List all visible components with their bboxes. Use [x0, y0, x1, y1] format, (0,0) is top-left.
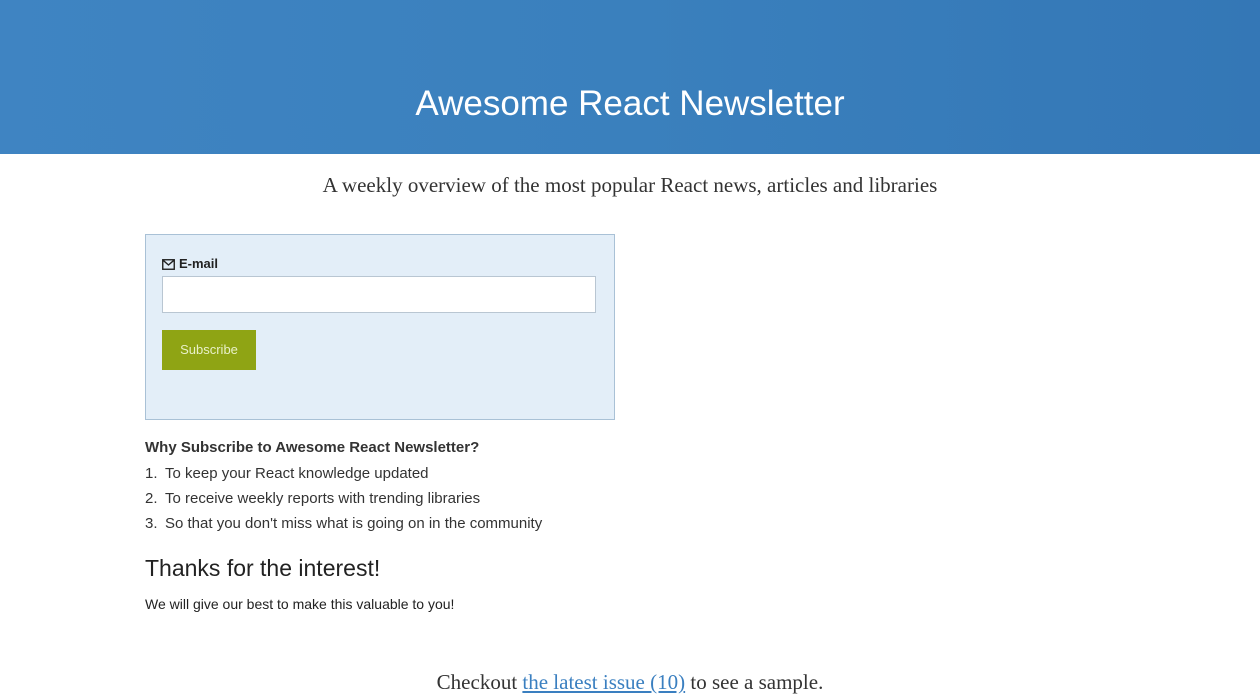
- list-item-number: 3.: [145, 515, 158, 532]
- list-item: 3. So that you don't miss what is going o…: [145, 511, 542, 536]
- sample-suffix: to see a sample.: [690, 670, 824, 694]
- subscribe-button[interactable]: Subscribe: [162, 330, 256, 370]
- envelope-icon: [162, 256, 179, 271]
- list-item-text: To keep your React knowledge updated: [165, 465, 429, 482]
- sample-line: Checkout the latest issue (10) to see a …: [0, 668, 1260, 696]
- latest-issue-link[interactable]: the latest issue (10): [522, 670, 685, 694]
- thanks-text: We will give our best to make this valua…: [145, 596, 455, 612]
- list-item-number: 1.: [145, 465, 158, 482]
- why-subscribe-heading: Why Subscribe to Awesome React Newslette…: [145, 439, 480, 456]
- sample-prefix: Checkout: [436, 670, 518, 694]
- subscribe-form: E-mail Subscribe: [145, 234, 615, 420]
- thanks-heading: Thanks for the interest!: [145, 555, 381, 581]
- list-item-number: 2.: [145, 490, 158, 507]
- email-label-text: E-mail: [179, 256, 219, 271]
- page-tagline: A weekly overview of the most popular Re…: [322, 173, 938, 197]
- email-field[interactable]: [162, 276, 596, 313]
- page-title: Awesome React Newsletter: [415, 84, 845, 123]
- list-item-text: To receive weekly reports with trending …: [165, 490, 481, 507]
- list-item: 2. To receive weekly reports with trendin…: [145, 486, 542, 511]
- reasons-list: 1. To keep your React knowledge updated 2…: [145, 461, 542, 536]
- page-header: Awesome React Newsletter: [0, 0, 1260, 154]
- list-item: 1. To keep your React knowledge updated: [145, 461, 542, 486]
- list-item-text: So that you don't miss what is going on …: [165, 515, 543, 532]
- email-field-label: E-mail: [162, 256, 218, 272]
